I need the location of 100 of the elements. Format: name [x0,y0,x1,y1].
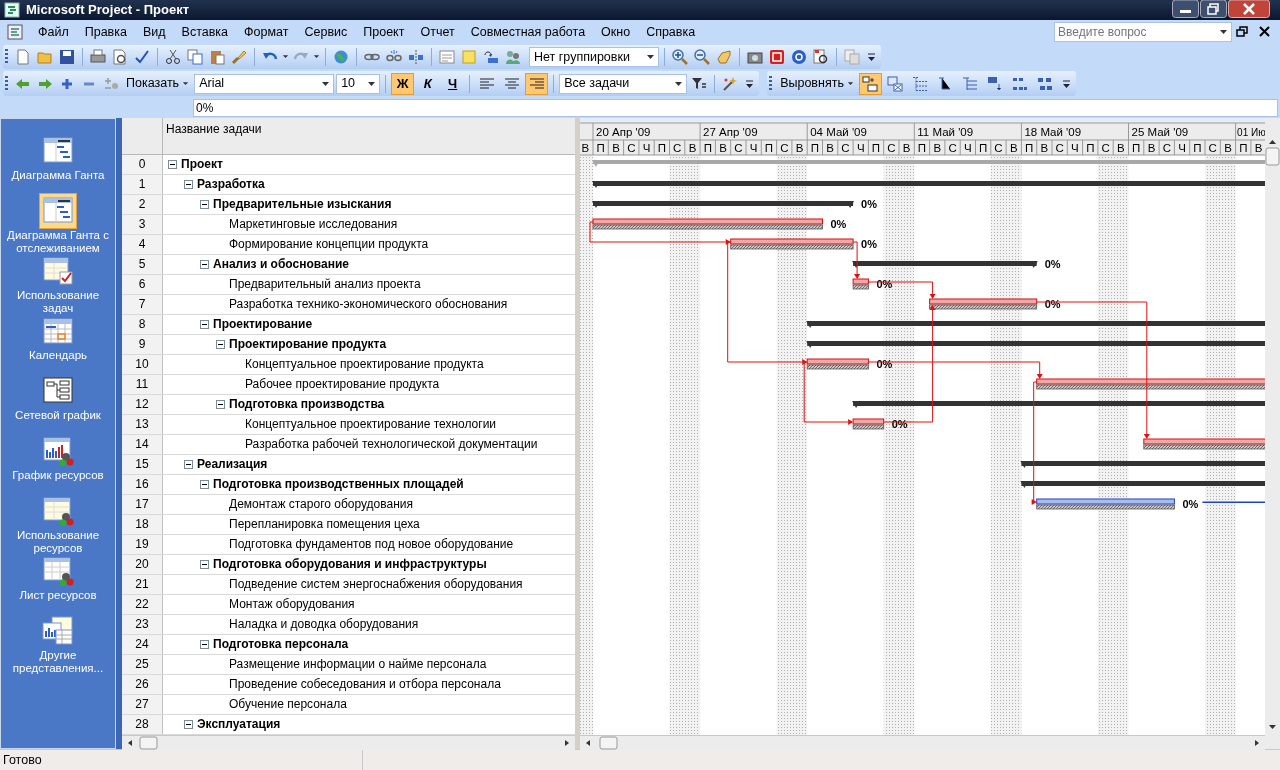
people-icon[interactable] [505,49,521,65]
collapse-icon[interactable] [200,640,209,649]
boxes-plus-button[interactable] [858,72,882,95]
copy-icon[interactable] [187,49,203,65]
help-icon[interactable] [791,49,807,65]
view-bar-item[interactable]: Использование ресурсов [2,493,114,553]
align-right-button[interactable] [525,72,549,95]
printer-icon[interactable] [90,49,106,65]
row-number: 27 [122,695,163,714]
summary-bar[interactable] [592,201,855,208]
view-bar-item[interactable]: Календарь [2,313,114,373]
day-label: П [1132,142,1141,154]
day-label: С [627,142,636,154]
entry-field[interactable]: 0% [193,98,1278,117]
task-bar[interactable] [1036,498,1175,510]
menu-item[interactable]: Сервис [296,24,356,40]
collapse-icon[interactable] [184,460,193,469]
horizontal-scrollbar[interactable] [580,735,1265,750]
row-number: 14 [122,435,163,454]
menu-item[interactable]: Совместная работа [462,24,594,40]
document-icon[interactable] [6,23,24,41]
task-bar[interactable] [1143,438,1265,450]
task-bar[interactable] [730,238,854,250]
restore-icon[interactable] [1200,0,1227,18]
menu-item[interactable]: Вставка [173,24,237,40]
menu-item[interactable]: Проект [355,24,413,40]
new-document-icon[interactable] [15,49,31,65]
task-bar[interactable] [1036,378,1265,390]
view-bar-item[interactable]: Другие представления... [2,613,114,673]
summary-bar[interactable] [592,181,1265,188]
paintbrush-icon[interactable] [231,49,247,65]
collapse-icon[interactable] [168,160,177,169]
collapse-icon[interactable] [184,180,193,189]
task-bar[interactable] [852,418,885,430]
collapse-icon[interactable] [200,480,209,489]
underline-button[interactable]: Ч [441,72,465,95]
task-bar[interactable] [806,358,869,370]
view-bar-item[interactable]: Диаграмма Ганта [2,133,114,193]
zoom-out-icon[interactable] [694,49,710,65]
camera-icon[interactable] [747,49,763,65]
task-name: Наладка и доводка оборудования [229,617,419,632]
dropdown-arrow-icon [647,55,654,59]
collapse-icon[interactable] [184,720,193,729]
globe-icon[interactable] [333,49,349,65]
summary-bar[interactable] [852,261,1038,268]
spellcheck-icon[interactable] [134,49,150,65]
magic-wand-icon[interactable] [722,75,739,92]
print-preview-icon[interactable] [112,49,128,65]
view-bar-item[interactable]: График ресурсов [2,433,114,493]
bold-button[interactable]: Ж [391,72,415,95]
resource-table-icon [42,496,74,526]
summary-bar[interactable] [806,321,1265,328]
view-bar-item[interactable]: Диаграмма Ганта с отслеживанием [2,193,114,253]
grouping-dropdown[interactable]: Нет группировки [529,47,659,67]
filter-dropdown[interactable]: Все задачи [559,73,688,94]
task-bar[interactable] [852,278,869,290]
font-size-dropdown[interactable]: 10 [336,73,381,94]
summary-bar[interactable] [852,401,1265,408]
summary-bar[interactable] [806,341,1265,348]
menu-item[interactable]: Формат [236,24,297,40]
progress-label: 0% [1182,498,1199,510]
task-bar[interactable] [929,298,1038,310]
task-bar[interactable] [592,218,823,230]
page-magnifier-icon[interactable] [813,49,829,65]
view-bar-item[interactable]: Сетевой график [2,373,114,433]
italic-button[interactable]: К [416,72,440,95]
menu-item[interactable]: Окно [593,24,639,40]
view-bar-item[interactable]: Использование задач [2,253,114,313]
collapse-icon[interactable] [200,320,209,329]
dependency-arrow [867,281,936,299]
horizontal-scrollbar[interactable] [122,735,575,750]
row-number: 11 [122,375,163,394]
font-dropdown[interactable]: Arial [194,73,335,94]
day-label: С [1101,142,1110,154]
task-name: Подведение систем энергоснабжения оборудования [229,577,523,592]
day-label: В [902,142,911,154]
dropdown-arrow-icon [368,81,376,86]
view-bar-item[interactable]: Лист ресурсов [2,553,114,613]
menu-item[interactable]: Отчет [412,24,463,40]
collapse-icon[interactable] [200,260,209,269]
paste-icon[interactable] [209,49,225,65]
cut-icon[interactable] [165,49,181,65]
menu-item[interactable]: Вид [134,24,174,40]
zoom-in-icon[interactable] [672,49,688,65]
show-button[interactable]: Показать [123,72,193,95]
collapse-icon[interactable] [200,200,209,209]
collapse-icon[interactable] [216,340,225,349]
save-icon[interactable] [59,49,75,65]
framed-square-icon[interactable] [769,49,785,65]
menu-item[interactable]: Справка [638,24,704,40]
help-search-box[interactable]: Введите вопрос [1054,22,1232,42]
menu-item[interactable]: Правка [76,24,135,40]
collapse-icon[interactable] [216,400,225,409]
summary-bar[interactable] [1020,481,1265,488]
summary-bar[interactable] [1020,461,1265,468]
split-icon[interactable] [408,49,424,65]
collapse-icon[interactable] [200,560,209,569]
filter-icon[interactable] [691,75,708,92]
minimize-icon[interactable] [1172,0,1199,18]
menu-item[interactable]: Файл [30,24,77,40]
